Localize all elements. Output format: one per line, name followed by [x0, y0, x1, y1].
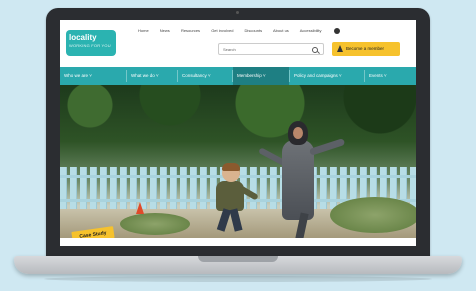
- nav-policy-campaigns[interactable]: Policy and campaigns ˅: [290, 67, 364, 85]
- logo-name: locality: [69, 33, 97, 42]
- nav-who-we-are[interactable]: Who we are ˅: [60, 67, 126, 85]
- search-placeholder: Search: [223, 47, 236, 52]
- warning-icon: [337, 45, 343, 52]
- hero-image: Case Study: [60, 85, 416, 246]
- top-link-discounts[interactable]: Discounts: [245, 28, 263, 33]
- laptop-screen: locality WORKING FOR YOU Home News Resou…: [60, 20, 416, 246]
- nav-events[interactable]: Events ˅: [365, 67, 416, 85]
- nav-membership[interactable]: Membership ˅: [233, 67, 289, 85]
- nav-what-we-do[interactable]: What we do ˅: [127, 67, 177, 85]
- top-link-get-involved[interactable]: Get involved: [211, 28, 233, 33]
- become-member-label: Become a member: [346, 46, 385, 51]
- site-logo[interactable]: locality WORKING FOR YOU: [66, 30, 116, 56]
- top-link-about-us[interactable]: About us: [273, 28, 289, 33]
- nav-consultancy[interactable]: Consultancy ˅: [178, 67, 232, 85]
- webcam: [236, 11, 239, 14]
- top-link-home[interactable]: Home: [138, 28, 149, 33]
- accessibility-icon: [333, 28, 340, 34]
- laptop-base: [14, 256, 462, 274]
- logo-tagline: WORKING FOR YOU: [69, 43, 111, 48]
- search-input[interactable]: Search: [218, 43, 324, 55]
- laptop-notch: [198, 256, 278, 262]
- content-strip: [60, 238, 416, 246]
- top-link-accessibility[interactable]: Accessibility: [300, 28, 340, 34]
- search-icon[interactable]: [312, 47, 318, 53]
- top-link-resources[interactable]: Resources: [181, 28, 200, 33]
- child-figure: [216, 181, 244, 211]
- top-link-news[interactable]: News: [160, 28, 170, 33]
- top-links: Home News Resources Get involved Discoun…: [138, 28, 340, 34]
- site-header: locality WORKING FOR YOU Home News Resou…: [60, 20, 416, 64]
- main-nav: Who we are ˅ What we do ˅ Consultancy ˅ …: [60, 67, 416, 85]
- become-member-button[interactable]: Become a member: [332, 42, 400, 56]
- traffic-cone: [136, 202, 144, 214]
- laptop-lid: locality WORKING FOR YOU Home News Resou…: [46, 8, 430, 258]
- hero-trees: [60, 85, 416, 153]
